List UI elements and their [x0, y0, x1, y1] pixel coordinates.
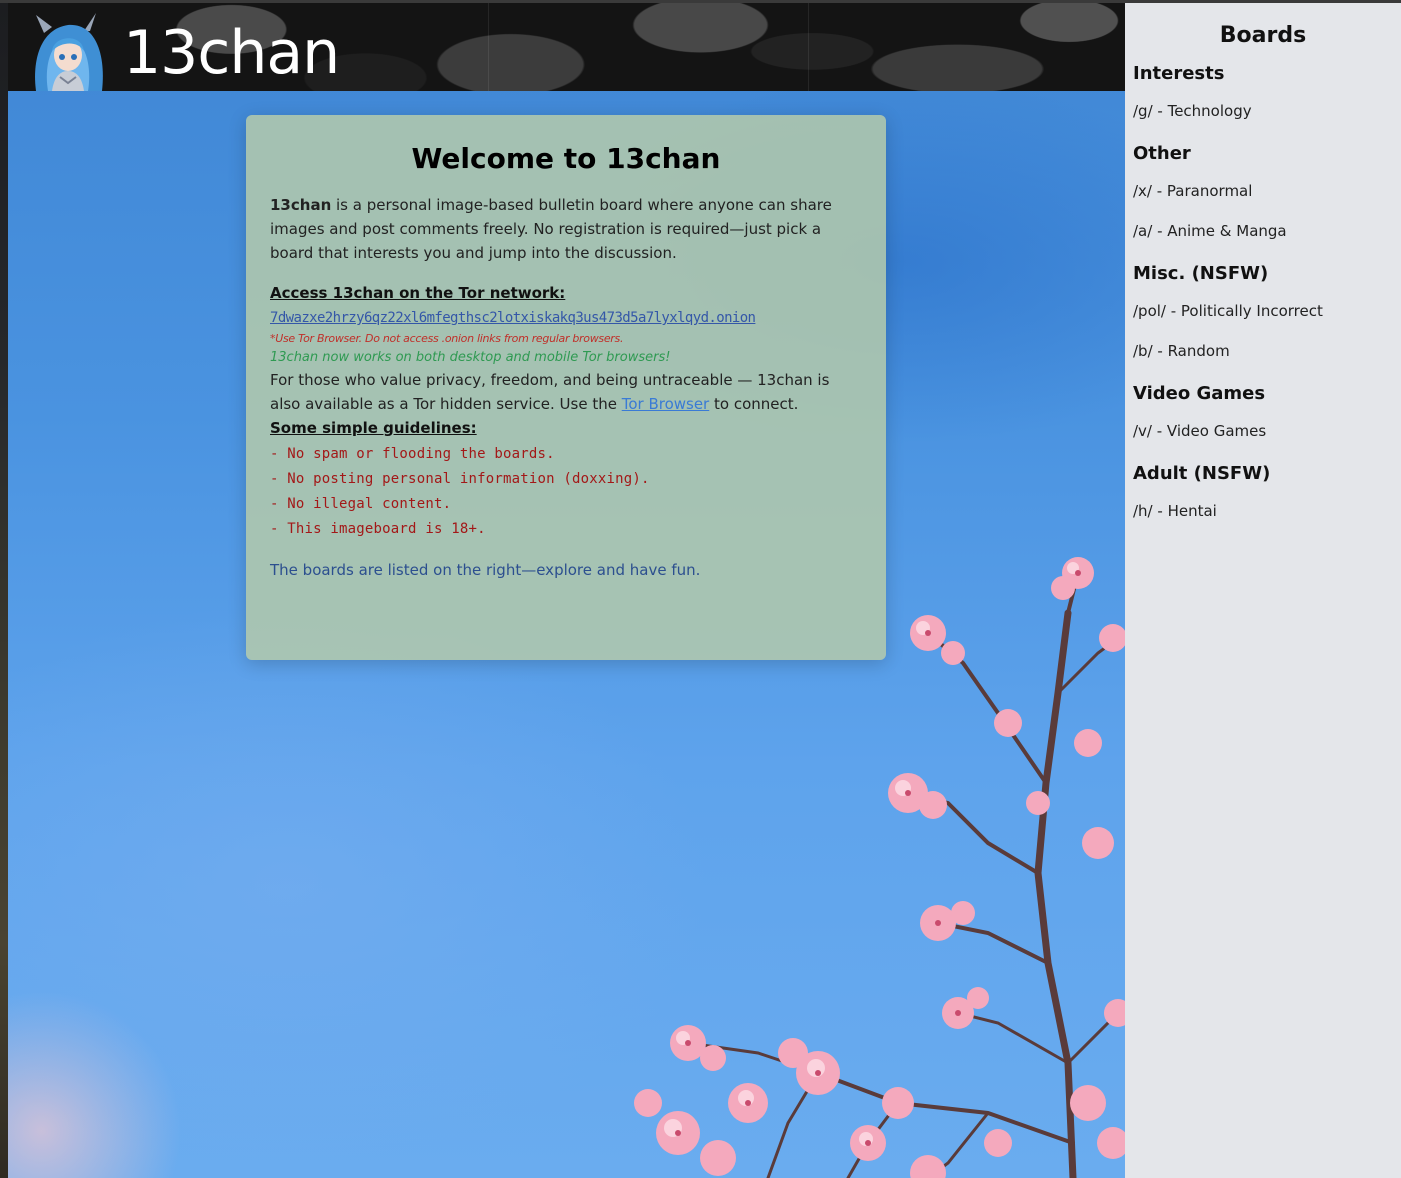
guidelines-list: - No spam or flooding the boards. - No p…: [270, 442, 862, 542]
guideline-item: - No posting personal information (doxxi…: [270, 471, 650, 487]
site-header: 13chan: [8, 3, 1125, 91]
mobile-note: 13chan now works on both desktop and mob…: [270, 350, 671, 365]
board-link-x[interactable]: /x/ - Paranormal: [1133, 181, 1393, 201]
guideline-item: - This imageboard is 18+.: [270, 521, 486, 537]
tor-browser-link[interactable]: Tor Browser: [622, 395, 710, 413]
guideline-item: - No spam or flooding the boards.: [270, 446, 555, 462]
onion-address-link[interactable]: 7dwazxe2hrzy6qz22xl6mfegthsc2lotxiskakq3…: [270, 306, 756, 330]
boards-sidebar: Boards Interests /g/ - Technology Other …: [1125, 3, 1401, 1178]
welcome-card: Welcome to 13chan 13chan is a personal i…: [246, 115, 886, 660]
main-content-area: 13chan Welcome to 13chan 13chan is a per…: [8, 3, 1125, 1178]
board-link-v[interactable]: /v/ - Video Games: [1133, 421, 1393, 441]
category-other: Other: [1133, 143, 1191, 164]
sidebar-title: Boards: [1219, 23, 1307, 48]
intro-paragraph: 13chan is a personal image-based bulleti…: [270, 193, 862, 265]
board-link-h[interactable]: /h/ - Hentai: [1133, 501, 1393, 521]
intro-site-name: 13chan: [270, 196, 332, 214]
tor-heading: Access 13chan on the Tor network:: [270, 284, 566, 302]
guideline-item: - No illegal content.: [270, 496, 452, 512]
category-misc-nsfw: Misc. (NSFW): [1133, 263, 1269, 284]
privacy-text-end: to connect.: [709, 395, 799, 413]
intro-text: is a personal image-based bulletin board…: [270, 196, 832, 262]
anime-mascot-logo-icon[interactable]: [22, 11, 114, 91]
tor-warning: *Use Tor Browser. Do not access .onion l…: [270, 332, 624, 345]
header-divider: [808, 3, 809, 91]
board-link-g[interactable]: /g/ - Technology: [1133, 101, 1393, 121]
welcome-title: Welcome to 13chan: [411, 142, 721, 175]
category-interests: Interests: [1133, 63, 1225, 84]
category-video-games: Video Games: [1133, 383, 1266, 404]
board-link-pol[interactable]: /pol/ - Politically Incorrect: [1133, 301, 1393, 321]
window-left-edge: [0, 3, 8, 1178]
closing-line: The boards are listed on the right—explo…: [270, 561, 701, 579]
board-link-b[interactable]: /b/ - Random: [1133, 341, 1393, 361]
category-adult-nsfw: Adult (NSFW): [1133, 463, 1271, 484]
guidelines-heading: Some simple guidelines:: [270, 419, 477, 437]
board-link-a[interactable]: /a/ - Anime & Manga: [1133, 221, 1393, 241]
privacy-paragraph: For those who value privacy, freedom, an…: [270, 368, 862, 416]
site-title[interactable]: 13chan: [123, 17, 340, 89]
header-divider: [488, 3, 489, 91]
